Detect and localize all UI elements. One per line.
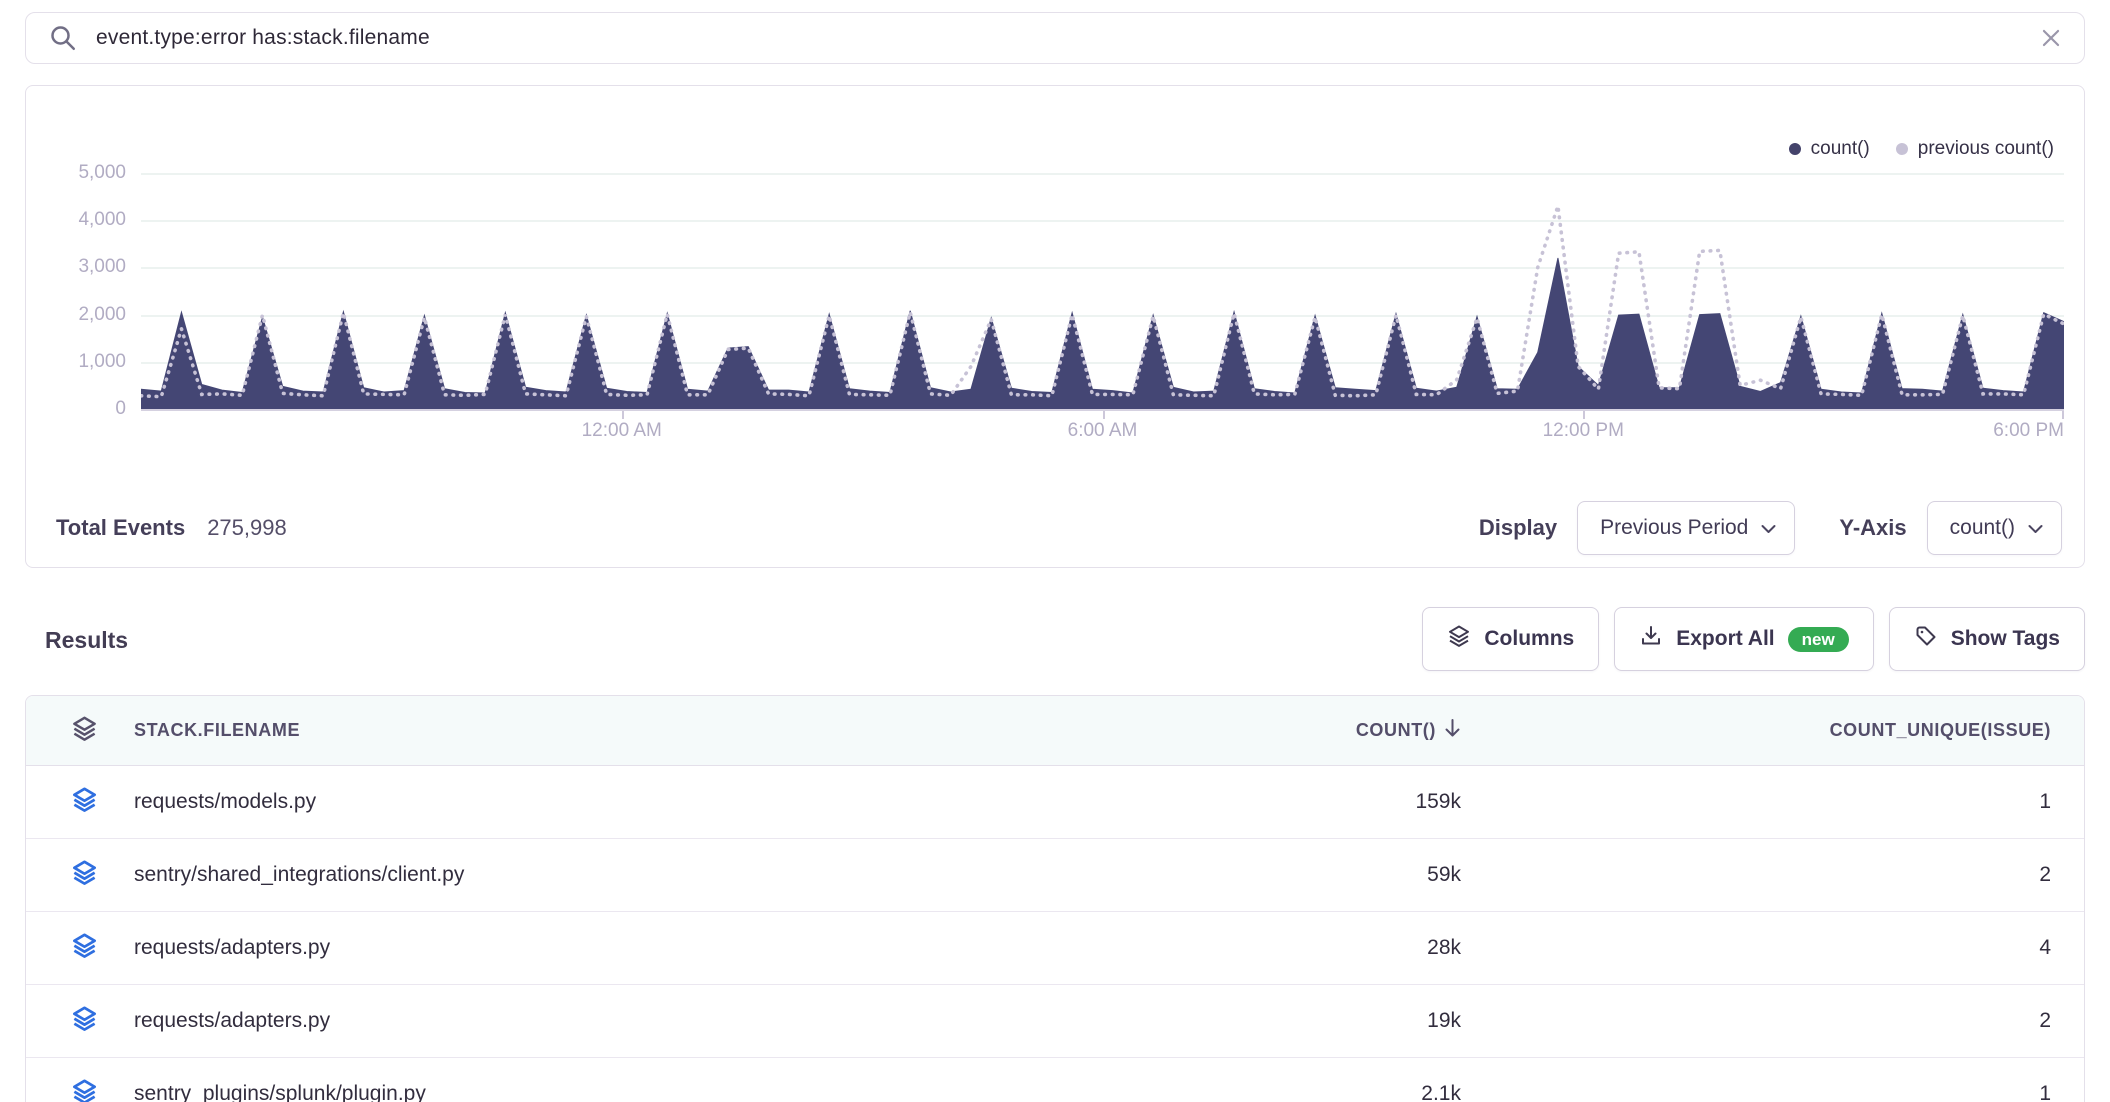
display-label: Display — [1479, 515, 1557, 541]
stack-filename-cell[interactable]: requests/adapters.py — [134, 936, 330, 960]
count-unique-header-label: COUNT_UNIQUE(ISSUE) — [1830, 720, 2051, 741]
layers-icon[interactable] — [71, 859, 98, 891]
clear-search-icon[interactable] — [2038, 25, 2064, 51]
layers-icon — [1447, 624, 1471, 654]
show-tags-button[interactable]: Show Tags — [1889, 607, 2085, 671]
layers-icon[interactable] — [71, 932, 98, 964]
table-row[interactable]: sentry_plugins/splunk/plugin.py 2.1k 1 — [26, 1058, 2084, 1102]
count-legend-label: count() — [1811, 138, 1870, 160]
chart-legend: count() previous count() — [1789, 138, 2054, 160]
chevron-down-icon — [2028, 516, 2043, 540]
x-axis-tick-mark — [1583, 411, 1585, 419]
export-all-button-label: Export All — [1676, 627, 1774, 651]
count-unique-cell: 2 — [1461, 863, 2051, 887]
stack-filename-cell[interactable]: sentry_plugins/splunk/plugin.py — [134, 1082, 426, 1102]
y-axis-tick: 1,000 — [26, 351, 126, 373]
table-row[interactable]: sentry/shared_integrations/client.py 59k… — [26, 839, 2084, 912]
x-axis-tick-mark — [622, 411, 624, 419]
y-axis-dropdown-value: count() — [1950, 516, 2015, 540]
y-axis-label: Y-Axis — [1839, 515, 1906, 541]
y-axis-tick: 4,000 — [26, 209, 126, 231]
results-heading: Results — [45, 627, 128, 654]
layers-icon[interactable] — [71, 1005, 98, 1037]
chevron-down-icon — [1761, 516, 1776, 540]
layers-icon[interactable] — [71, 1078, 98, 1102]
download-icon — [1639, 624, 1663, 654]
columns-button-label: Columns — [1484, 627, 1574, 651]
new-badge: new — [1788, 627, 1849, 652]
count-unique-cell: 2 — [1461, 1009, 2051, 1033]
sort-desc-icon — [1444, 718, 1461, 744]
legend-item-previous-count[interactable]: previous count() — [1896, 138, 2054, 160]
table-header-row: STACK.FILENAME COUNT() COUNT_UNIQUE(ISSU… — [26, 696, 2084, 766]
total-events-label: Total Events — [56, 515, 185, 541]
count-cell: 28k — [1161, 936, 1461, 960]
y-axis-tick: 0 — [26, 398, 126, 420]
x-axis-tick: 12:00 PM — [1543, 420, 1624, 442]
search-input[interactable]: event.type:error has:stack.filename — [96, 26, 2038, 50]
show-tags-button-label: Show Tags — [1951, 627, 2060, 651]
count-legend-dot — [1789, 143, 1801, 155]
results-table: STACK.FILENAME COUNT() COUNT_UNIQUE(ISSU… — [25, 695, 2085, 1102]
x-axis-tick-mark — [2062, 411, 2064, 419]
results-toolbar: Columns Export All new Show Tags — [1422, 607, 2085, 671]
layers-icon[interactable] — [71, 786, 98, 818]
column-header-stack-filename[interactable]: STACK.FILENAME — [71, 715, 1161, 747]
previous-count-legend-label: previous count() — [1918, 138, 2054, 160]
count-cell: 2.1k — [1161, 1082, 1461, 1102]
y-axis-tick: 3,000 — [26, 256, 126, 278]
chart-footer: Total Events 275,998 Display Previous Pe… — [48, 499, 2062, 557]
display-dropdown-value: Previous Period — [1600, 516, 1748, 540]
table-row[interactable]: requests/adapters.py 19k 2 — [26, 985, 2084, 1058]
events-chart-panel: count() previous count() 5,000 4,000 3,0… — [25, 85, 2085, 568]
count-unique-cell: 1 — [1461, 790, 2051, 814]
search-bar[interactable]: event.type:error has:stack.filename — [25, 12, 2085, 64]
table-body: requests/models.py 159k 1 sentry/shared_… — [26, 766, 2084, 1102]
column-header-count-unique-issue[interactable]: COUNT_UNIQUE(ISSUE) — [1461, 720, 2051, 741]
x-axis-labels: 12:00 AM 6:00 AM 12:00 PM 6:00 PM — [141, 420, 2064, 446]
x-axis-tick: 12:00 AM — [582, 420, 662, 442]
area-chart[interactable] — [141, 173, 2064, 409]
count-cell: 19k — [1161, 1009, 1461, 1033]
count-unique-cell: 1 — [1461, 1082, 2051, 1102]
columns-button[interactable]: Columns — [1422, 607, 1599, 671]
table-row[interactable]: requests/models.py 159k 1 — [26, 766, 2084, 839]
stack-filename-cell[interactable]: sentry/shared_integrations/client.py — [134, 863, 464, 887]
count-header-label: COUNT() — [1356, 720, 1436, 741]
column-header-count[interactable]: COUNT() — [1161, 718, 1461, 744]
previous-count-legend-dot — [1896, 143, 1908, 155]
tag-icon — [1914, 624, 1938, 654]
y-axis-tick: 2,000 — [26, 304, 126, 326]
table-row[interactable]: requests/adapters.py 28k 4 — [26, 912, 2084, 985]
export-all-button[interactable]: Export All new — [1614, 607, 1873, 671]
stack-filename-header-label: STACK.FILENAME — [134, 720, 300, 741]
stack-filename-cell[interactable]: requests/adapters.py — [134, 1009, 330, 1033]
x-axis-tick-mark — [1103, 411, 1105, 419]
chart-controls: Display Previous Period Y-Axis count() — [1479, 501, 2062, 555]
legend-item-count[interactable]: count() — [1789, 138, 1870, 160]
display-dropdown[interactable]: Previous Period — [1577, 501, 1795, 555]
count-cell: 59k — [1161, 863, 1461, 887]
layers-icon — [71, 715, 98, 747]
total-events-value: 275,998 — [207, 515, 287, 541]
count-cell: 159k — [1161, 790, 1461, 814]
y-axis-dropdown[interactable]: count() — [1927, 501, 2062, 555]
x-axis-tick: 6:00 AM — [1068, 420, 1138, 442]
search-icon — [48, 23, 78, 53]
y-axis-tick: 5,000 — [26, 162, 126, 184]
total-events: Total Events 275,998 — [48, 515, 287, 541]
x-axis-tick: 6:00 PM — [1993, 420, 2064, 442]
stack-filename-cell[interactable]: requests/models.py — [134, 790, 316, 814]
count-unique-cell: 4 — [1461, 936, 2051, 960]
discover-page: event.type:error has:stack.filename coun… — [0, 0, 2110, 1102]
